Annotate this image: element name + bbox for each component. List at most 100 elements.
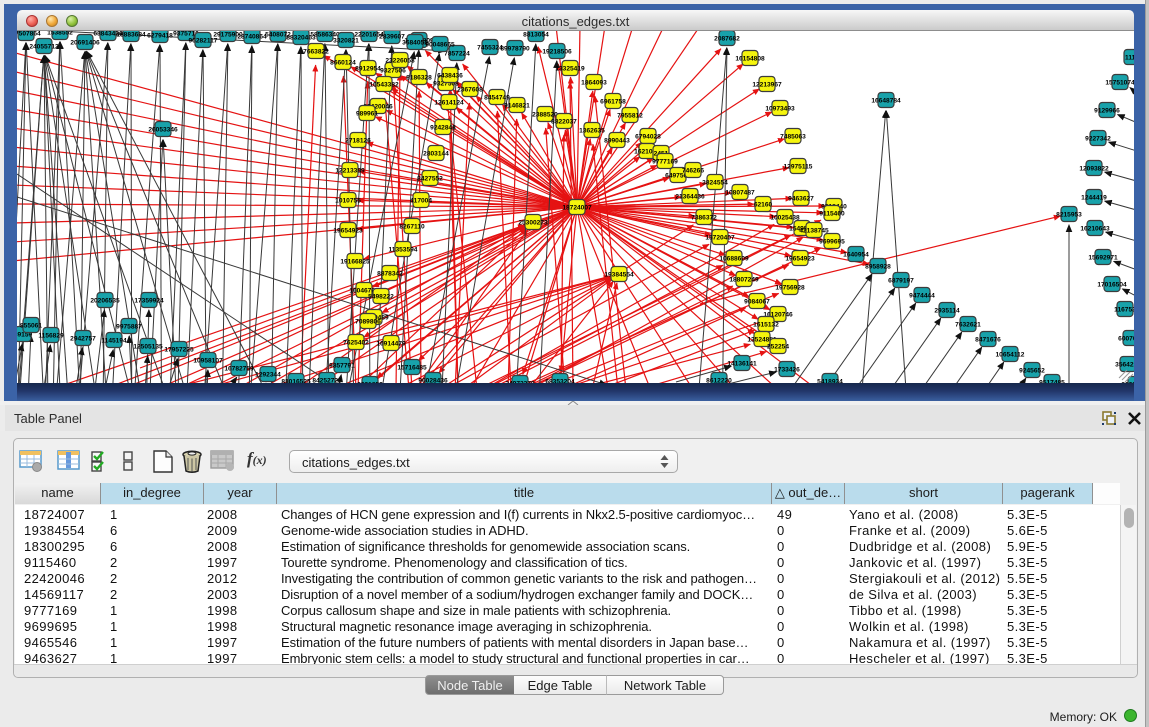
svg-text:9327506: 9327506 xyxy=(380,67,406,74)
svg-text:28740864: 28740864 xyxy=(237,33,267,40)
svg-text:90048665: 90048665 xyxy=(425,41,455,48)
svg-text:8471676: 8471676 xyxy=(975,336,1001,343)
svg-text:12505135: 12505135 xyxy=(133,343,163,350)
svg-text:17016504: 17016504 xyxy=(1097,281,1127,288)
svg-text:116753: 116753 xyxy=(1114,306,1134,313)
svg-text:3564217: 3564217 xyxy=(1115,361,1134,368)
svg-text:1362635: 1362635 xyxy=(579,127,605,134)
svg-text:17507864: 17507864 xyxy=(17,31,41,37)
svg-text:2935114: 2935114 xyxy=(934,307,960,314)
svg-text:68353204: 68353204 xyxy=(545,378,575,383)
svg-text:9084067: 9084067 xyxy=(744,298,770,305)
svg-text:6879197: 6879197 xyxy=(888,277,914,284)
svg-text:8215953: 8215953 xyxy=(1056,211,1082,218)
svg-text:2803144: 2803144 xyxy=(423,150,449,157)
svg-text:84252722: 84252722 xyxy=(312,377,342,383)
svg-text:989961: 989961 xyxy=(356,110,378,117)
svg-text:746266: 746266 xyxy=(682,167,704,174)
svg-text:8990443: 8990443 xyxy=(604,137,630,144)
svg-text:16914479: 16914479 xyxy=(376,340,406,347)
svg-text:1864093: 1864093 xyxy=(581,79,607,86)
svg-text:11353594: 11353594 xyxy=(389,246,418,253)
svg-text:1117: 1117 xyxy=(1125,54,1134,61)
svg-text:2921859: 2921859 xyxy=(357,381,383,383)
svg-text:7386372: 7386372 xyxy=(691,214,717,221)
svg-text:9463627: 9463627 xyxy=(788,195,814,202)
svg-text:1733426: 1733426 xyxy=(774,366,800,373)
svg-text:96282117: 96282117 xyxy=(189,37,218,44)
svg-text:8454749: 8454749 xyxy=(484,94,510,101)
svg-text:17359924: 17359924 xyxy=(134,297,164,304)
svg-text:13325419: 13325419 xyxy=(555,65,585,72)
svg-text:1010755: 1010755 xyxy=(335,197,361,204)
svg-text:5498222: 5498222 xyxy=(368,293,394,300)
svg-text:1640954: 1640954 xyxy=(843,251,869,258)
svg-text:7625402: 7625402 xyxy=(343,339,369,346)
svg-text:1145194: 1145194 xyxy=(101,337,127,344)
svg-text:9474444: 9474444 xyxy=(909,292,935,299)
svg-text:24055712: 24055712 xyxy=(29,43,59,50)
svg-text:8612220: 8612220 xyxy=(706,377,732,383)
svg-text:1615132: 1615132 xyxy=(753,321,779,328)
svg-text:3824554: 3824554 xyxy=(702,179,728,186)
svg-text:12093822: 12093822 xyxy=(1079,165,1109,172)
svg-text:2388520: 2388520 xyxy=(532,111,558,118)
svg-text:15720407: 15720407 xyxy=(705,234,735,241)
svg-text:81016525: 81016525 xyxy=(281,378,311,383)
svg-text:1538552: 1538552 xyxy=(47,31,73,36)
svg-text:10688609: 10688609 xyxy=(719,255,749,262)
svg-text:20691406: 20691406 xyxy=(70,39,100,46)
svg-text:6794028: 6794028 xyxy=(635,133,661,140)
svg-text:14136141: 14136141 xyxy=(727,360,757,367)
svg-text:9975887: 9975887 xyxy=(116,323,142,330)
svg-text:3320821: 3320821 xyxy=(333,37,359,44)
svg-text:8267110: 8267110 xyxy=(399,223,425,230)
svg-text:12614124: 12614124 xyxy=(434,99,464,106)
svg-text:25300273: 25300273 xyxy=(518,219,548,226)
svg-text:10807487: 10807487 xyxy=(725,189,755,196)
svg-text:23226058: 23226058 xyxy=(385,57,415,64)
svg-text:9146821: 9146821 xyxy=(504,102,530,109)
svg-text:8822037: 8822037 xyxy=(551,118,577,125)
svg-text:19384554: 19384554 xyxy=(604,271,634,278)
svg-text:16782759: 16782759 xyxy=(224,365,254,372)
svg-text:16154808: 16154808 xyxy=(735,55,765,62)
svg-text:10958107: 10958107 xyxy=(193,357,223,364)
svg-text:9245652: 9245652 xyxy=(1019,367,1045,374)
svg-text:8660124: 8660124 xyxy=(330,59,356,66)
svg-text:15716485: 15716485 xyxy=(397,364,427,371)
svg-text:252254: 252254 xyxy=(767,343,789,350)
svg-text:12213389: 12213389 xyxy=(335,167,365,174)
svg-text:9517485: 9517485 xyxy=(1039,379,1065,383)
svg-text:3684052: 3684052 xyxy=(402,39,428,46)
svg-text:16210643: 16210643 xyxy=(1080,225,1110,232)
svg-text:18883684: 18883684 xyxy=(116,31,146,38)
svg-text:9227342: 9227342 xyxy=(1085,135,1111,142)
svg-text:2367608: 2367608 xyxy=(457,86,483,93)
svg-text:7455324: 7455324 xyxy=(477,44,503,51)
svg-text:19166825: 19166825 xyxy=(340,258,370,265)
svg-text:2718126: 2718126 xyxy=(345,137,371,144)
svg-text:7663822: 7663822 xyxy=(303,48,329,55)
svg-text:19654923: 19654923 xyxy=(333,227,363,234)
svg-text:9857791: 9857791 xyxy=(329,362,355,369)
svg-text:6961758: 6961758 xyxy=(600,98,626,105)
svg-text:19756928: 19756928 xyxy=(775,284,805,291)
svg-text:6007072: 6007072 xyxy=(1118,335,1134,342)
svg-text:8813054: 8813054 xyxy=(523,31,549,38)
svg-text:7089806: 7089806 xyxy=(355,318,381,325)
svg-text:10973493: 10973493 xyxy=(765,105,795,112)
svg-text:8186328: 8186328 xyxy=(406,74,432,81)
svg-text:17957225: 17957225 xyxy=(164,346,194,353)
svg-text:1156829: 1156829 xyxy=(38,332,64,339)
svg-text:20206535: 20206535 xyxy=(90,297,120,304)
svg-text:10654112: 10654112 xyxy=(996,351,1025,358)
svg-text:21364436: 21364436 xyxy=(675,193,705,200)
svg-text:6279418: 6279418 xyxy=(147,32,173,39)
svg-text:12975115: 12975115 xyxy=(784,163,813,170)
svg-text:15751074: 15751074 xyxy=(1105,79,1134,86)
svg-text:9129966: 9129966 xyxy=(1094,107,1120,114)
svg-text:6438436: 6438436 xyxy=(437,72,463,79)
svg-text:26053346: 26053346 xyxy=(148,126,178,133)
svg-text:9777169: 9777169 xyxy=(652,158,678,165)
